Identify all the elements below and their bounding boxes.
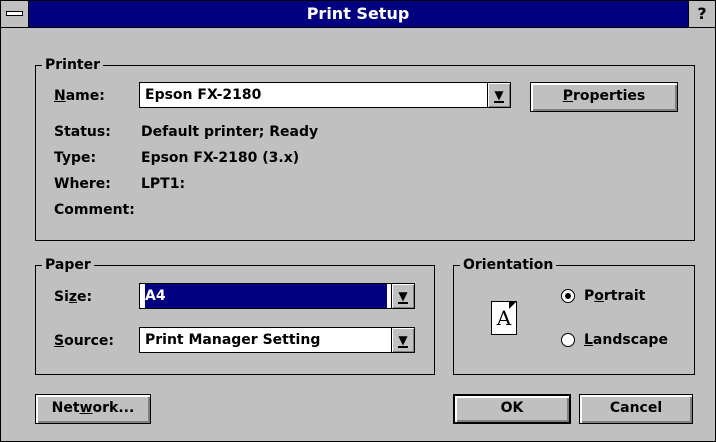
status-value: Default printer; Ready	[141, 124, 319, 140]
paper-source-value: Print Manager Setting	[145, 332, 321, 348]
type-label: Type:	[54, 150, 97, 166]
orientation-group-label: Orientation	[460, 256, 557, 274]
printer-name-dropdown[interactable]: Epson FX-2180 ▼	[139, 82, 511, 108]
system-menu-button[interactable]	[1, 1, 29, 27]
portrait-page-icon: A	[491, 301, 517, 335]
ok-button[interactable]: OK	[453, 394, 571, 424]
landscape-radio[interactable]	[561, 333, 575, 347]
dropdown-arrow-icon[interactable]: ▼	[391, 328, 414, 352]
network-button[interactable]: Network...	[35, 394, 151, 424]
size-label: Size:	[54, 289, 93, 305]
paper-group-label: Paper	[42, 256, 94, 274]
where-label: Where:	[54, 176, 111, 192]
print-setup-dialog: Print Setup ? Printer Name: Epson FX-218…	[0, 0, 716, 442]
orientation-group: Orientation	[453, 256, 695, 375]
dropdown-arrow-icon[interactable]: ▼	[487, 83, 510, 107]
title-bar[interactable]: Print Setup ?	[1, 1, 715, 28]
comment-label: Comment:	[54, 202, 135, 218]
paper-group: Paper	[35, 256, 435, 375]
paper-source-dropdown[interactable]: Print Manager Setting ▼	[139, 327, 415, 353]
portrait-label[interactable]: Portrait	[584, 287, 645, 305]
type-value: Epson FX-2180 (3.x)	[141, 150, 300, 166]
printer-group-label: Printer	[42, 56, 104, 74]
cancel-button[interactable]: Cancel	[579, 394, 693, 424]
where-value: LPT1:	[141, 176, 186, 192]
properties-button[interactable]: Properties	[530, 82, 678, 112]
dialog-title: Print Setup	[306, 4, 410, 23]
source-label: Source:	[54, 333, 114, 349]
system-menu-icon	[6, 11, 23, 16]
printer-name-value: Epson FX-2180	[145, 87, 262, 103]
landscape-label[interactable]: Landscape	[584, 331, 668, 349]
dropdown-arrow-icon[interactable]: ▼	[391, 284, 414, 308]
status-label: Status:	[54, 124, 111, 140]
portrait-radio[interactable]	[561, 289, 575, 303]
help-button[interactable]: ?	[688, 1, 715, 27]
name-label: Name:	[54, 88, 105, 104]
paper-size-value: A4	[145, 284, 387, 308]
paper-size-dropdown[interactable]: A4 ▼	[139, 283, 415, 309]
